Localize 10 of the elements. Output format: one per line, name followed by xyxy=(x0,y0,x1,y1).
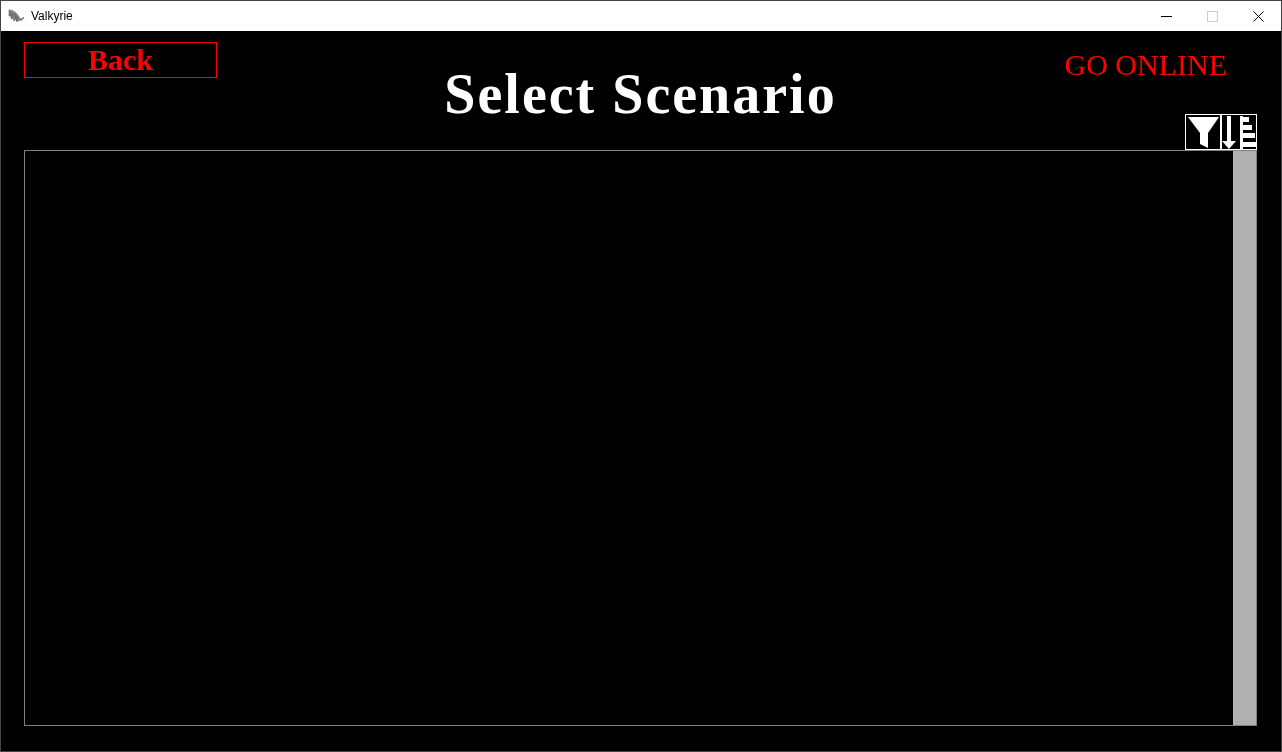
screen-heading: Select Scenario xyxy=(444,66,837,122)
maximize-icon xyxy=(1206,10,1218,22)
back-button[interactable]: Back xyxy=(24,42,217,78)
scrollbar[interactable] xyxy=(1233,151,1256,725)
sort-icon[interactable] xyxy=(1221,114,1257,150)
window-title: Valkyrie xyxy=(31,8,73,25)
filter-icon[interactable] xyxy=(1185,114,1221,150)
go-online-button[interactable]: GO ONLINE xyxy=(1064,48,1227,81)
wing-icon xyxy=(8,8,25,24)
close-icon xyxy=(1252,10,1264,22)
